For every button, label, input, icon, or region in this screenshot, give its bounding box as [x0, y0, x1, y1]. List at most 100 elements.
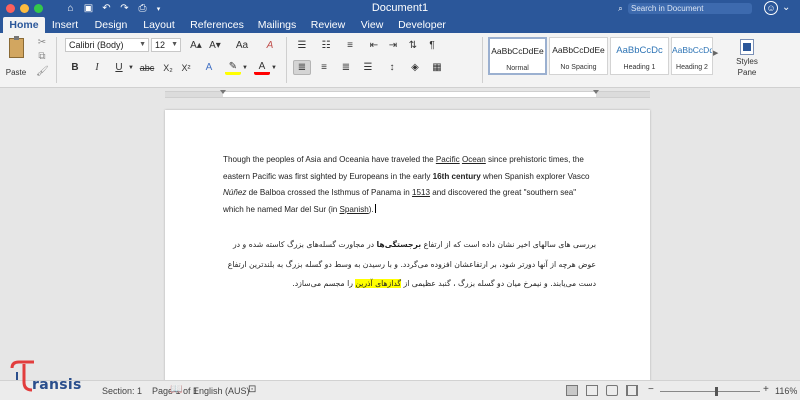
smiley-feedback-icon[interactable]: ☺ [764, 1, 778, 15]
tab-view[interactable]: View [357, 17, 387, 33]
font-size-dropdown[interactable]: 12 ▼ [151, 38, 181, 52]
tab-references[interactable]: References [187, 17, 247, 33]
text-run: بررسی های سالهای اخیر نشان داده است که ا… [421, 240, 596, 249]
grow-font-button[interactable]: A▴ [187, 38, 205, 53]
ruler-right-margin [596, 92, 650, 97]
text-run-italic: Núñez [223, 188, 247, 197]
tab-review[interactable]: Review [309, 17, 347, 33]
decrease-indent-icon[interactable]: ⇤ [366, 38, 382, 53]
zoom-slider[interactable] [660, 387, 760, 396]
divider [286, 37, 287, 83]
tab-mailings[interactable]: Mailings [254, 17, 300, 33]
clear-formatting-button[interactable]: A [261, 38, 279, 53]
strikethrough-button[interactable]: abc [136, 60, 158, 75]
divider [56, 37, 57, 83]
bullets-icon[interactable]: ☰ [292, 38, 312, 53]
document-page[interactable]: Though the peoples of Asia and Oceania h… [165, 110, 650, 380]
style-heading-1[interactable]: AaBbCcDc Heading 1 [610, 37, 669, 75]
shrink-font-button[interactable]: A▾ [206, 38, 224, 53]
borders-icon[interactable]: ▦ [428, 60, 446, 75]
align-right-icon[interactable]: ≣ [337, 60, 355, 75]
increase-indent-icon[interactable]: ⇥ [385, 38, 401, 53]
style-name: Heading 1 [623, 64, 656, 71]
style-normal[interactable]: AaBbCcDdEe Normal [488, 37, 547, 75]
focus-view-icon[interactable] [626, 385, 638, 396]
styles-pane-label: Styles [736, 57, 758, 66]
style-name: Normal [506, 65, 529, 72]
english-paragraph[interactable]: Though the peoples of Asia and Oceania h… [223, 152, 593, 218]
cut-icon[interactable]: ✂ [36, 37, 48, 49]
zoom-slider-thumb[interactable] [715, 387, 718, 396]
zoom-level[interactable]: 116% [775, 386, 797, 396]
styles-gallery: AaBbCcDdEe Normal AaBbCcDdEe No Spacing … [488, 37, 728, 77]
text-run-highlighted: گدازهای آذرین [355, 279, 402, 288]
style-no-spacing[interactable]: AaBbCcDdEe No Spacing [549, 37, 608, 75]
search-in-document-field[interactable]: Search in Document [628, 3, 752, 14]
justify-icon[interactable]: ☰ [359, 60, 377, 75]
tab-insert[interactable]: Insert [47, 17, 83, 33]
shading-icon[interactable]: ◈ [406, 60, 424, 75]
text-run: de Balboa crossed the Isthmus of Panama … [246, 188, 412, 197]
ruler-bar[interactable] [165, 90, 650, 98]
outline-view-icon[interactable] [606, 385, 618, 396]
styles-pane-button[interactable]: Styles Pane [732, 37, 762, 81]
text-run: را مجسم می‌سازد. [292, 279, 356, 288]
italic-button[interactable]: I [89, 60, 105, 75]
zoom-out-button[interactable]: − [648, 384, 654, 395]
text-run-bold: 16th century [432, 171, 481, 181]
chevron-down-icon[interactable]: ▼ [241, 60, 249, 75]
search-icon: ⌕ [618, 3, 623, 13]
font-color-button[interactable]: A [254, 60, 270, 75]
text-run-underlined: Pacific [435, 155, 460, 164]
superscript-button[interactable]: X² [178, 60, 194, 75]
style-name: Heading 2 [676, 64, 708, 71]
text-run-underlined: 1513 [411, 188, 430, 197]
tab-developer[interactable]: Developer [396, 17, 448, 33]
numbering-icon[interactable]: ☷ [316, 38, 336, 53]
style-sample: AaBbCcDdEe [552, 45, 605, 55]
zoom-in-button[interactable]: + [763, 384, 769, 395]
chevron-down-icon[interactable]: ▼ [270, 60, 278, 75]
style-sample: AaBbCcDc [616, 45, 663, 56]
text-effects-button[interactable]: A [201, 60, 217, 75]
chevron-down-icon[interactable]: ⌄ [782, 2, 790, 13]
text-run-underlined: Ocean [461, 155, 486, 164]
text-run: when Spanish explorer Vasco [480, 171, 590, 181]
subscript-button[interactable]: X₂ [160, 60, 176, 75]
section-indicator[interactable]: Section: 1 [102, 386, 142, 396]
show-formatting-marks-button[interactable]: ¶ [424, 38, 440, 53]
underline-button[interactable]: U [111, 60, 127, 75]
indent-marker[interactable] [220, 90, 226, 94]
right-indent-marker[interactable] [593, 90, 599, 94]
tab-design[interactable]: Design [91, 17, 131, 33]
print-layout-view-icon[interactable] [566, 385, 578, 396]
web-layout-view-icon[interactable] [586, 385, 598, 396]
text-run: ). [368, 204, 374, 214]
horizontal-ruler [0, 88, 800, 100]
styles-pane-icon [740, 39, 754, 55]
align-left-icon[interactable]: ≣ [293, 60, 311, 75]
paste-button[interactable]: Paste [4, 36, 28, 78]
format-painter-icon[interactable]: 🖌 [36, 66, 49, 78]
tab-layout[interactable]: Layout [140, 17, 178, 33]
bold-button[interactable]: B [67, 60, 83, 75]
focus-icon[interactable]: ⊡ [248, 384, 256, 395]
multilevel-list-icon[interactable]: ≡ [340, 38, 360, 53]
style-sample: AaBbCcDdE [672, 45, 712, 55]
proofing-icon[interactable]: 📖 [170, 384, 182, 395]
tab-home[interactable]: Home [3, 17, 45, 33]
language-indicator[interactable]: English (AUS) [193, 386, 250, 396]
change-case-button[interactable]: Aa [230, 38, 254, 53]
sort-icon[interactable]: ⇅ [405, 38, 421, 53]
font-name-dropdown[interactable]: Calibri (Body) ▼ [65, 38, 149, 52]
copy-icon[interactable]: ⧉ [36, 51, 48, 63]
highlight-color-button[interactable]: ✎ [225, 60, 241, 75]
persian-paragraph[interactable]: بررسی های سالهای اخیر نشان داده است که ا… [220, 235, 596, 294]
gallery-scroll-icon[interactable]: ▶ [713, 49, 718, 57]
line-spacing-icon[interactable]: ↕ [383, 60, 401, 75]
style-heading-2[interactable]: AaBbCcDdE Heading 2 [671, 37, 713, 75]
chevron-down-icon[interactable]: ▼ [127, 60, 135, 75]
text-run-underlined: Spanish [339, 204, 369, 214]
align-center-icon[interactable]: ≡ [315, 60, 333, 75]
logo-text: ransis [32, 377, 82, 393]
